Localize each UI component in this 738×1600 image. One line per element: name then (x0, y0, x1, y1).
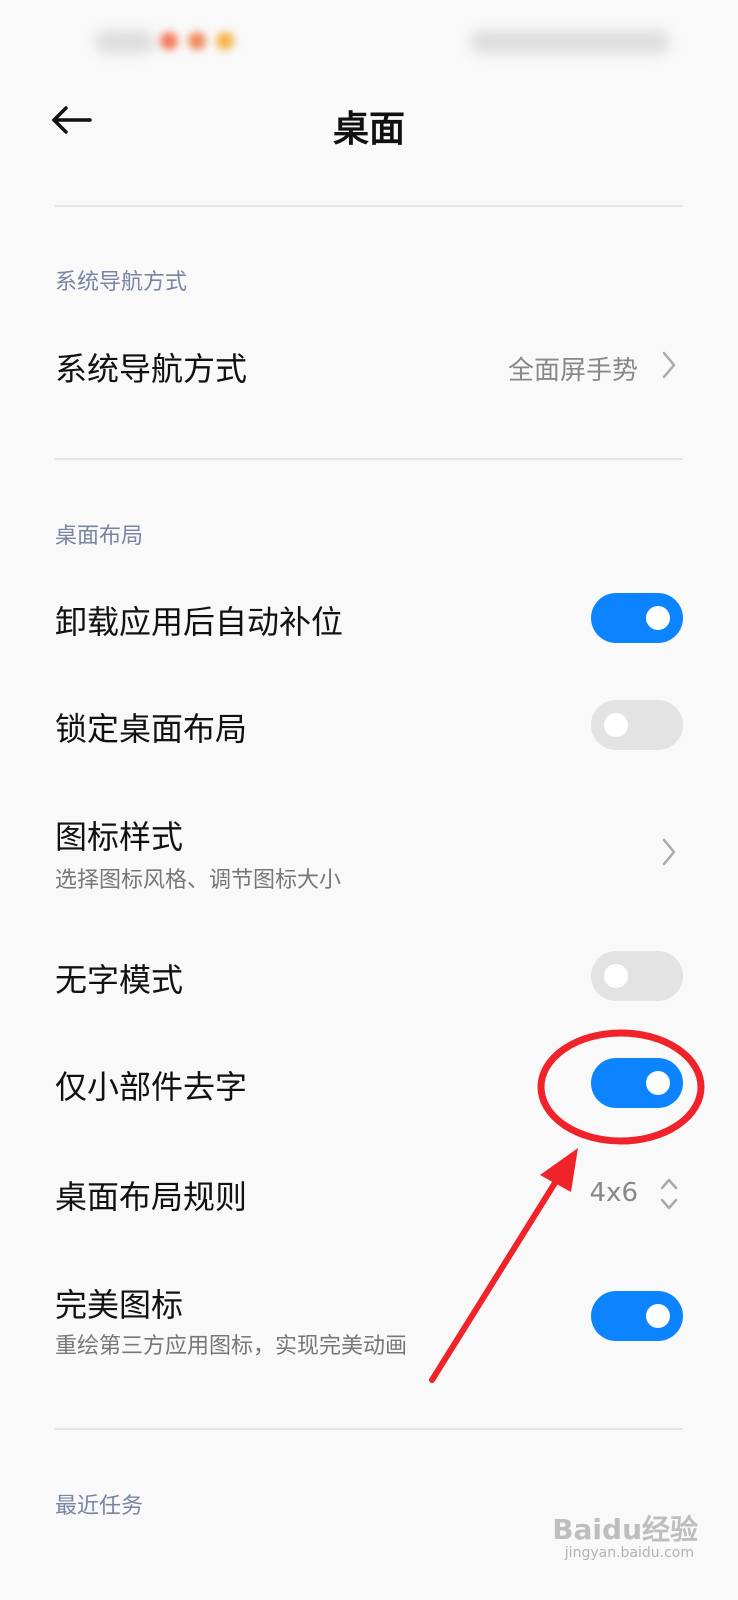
status-indicators-blur (470, 30, 670, 54)
section-label-nav: 系统导航方式 (55, 270, 188, 295)
divider (55, 458, 683, 460)
layout-rule-value: 4x6 (589, 1178, 638, 1208)
row-system-navigation[interactable]: 系统导航方式 全面屏手势 (0, 320, 738, 410)
chevron-up-down-icon (660, 1178, 678, 1210)
toggle-knob (604, 713, 628, 737)
auto-fill-toggle[interactable] (591, 593, 683, 643)
toggle-knob (604, 964, 628, 988)
row-icon-style[interactable]: 图标样式 选择图标风格、调节图标大小 (0, 800, 738, 900)
nav-mode-value: 全面屏手势 (507, 356, 638, 386)
no-text-mode-toggle[interactable] (591, 951, 683, 1001)
row-title: 卸载应用后自动补位 (55, 603, 344, 641)
watermark-url: jingyan.baidu.com (564, 1545, 694, 1561)
row-title: 仅小部件去字 (55, 1068, 248, 1106)
row-widget-no-text: 仅小部件去字 (0, 1040, 738, 1130)
notification-icons (160, 32, 250, 52)
section-label-layout: 桌面布局 (55, 524, 144, 549)
divider (55, 1428, 683, 1430)
toggle-knob (646, 606, 670, 630)
watermark-logo: Baidu经验 (552, 1513, 698, 1546)
status-bar (0, 0, 738, 90)
page-title: 桌面 (332, 109, 405, 150)
perfect-icons-toggle[interactable] (591, 1291, 683, 1341)
row-title: 无字模式 (55, 961, 184, 999)
row-subtitle: 重绘第三方应用图标，实现完美动画 (55, 1334, 408, 1359)
row-title: 完美图标 (55, 1286, 184, 1324)
row-no-text-mode: 无字模式 (0, 933, 738, 1023)
row-title: 系统导航方式 (55, 350, 248, 388)
row-title: 图标样式 (55, 818, 184, 856)
chevron-right-icon (662, 351, 676, 379)
row-layout-rule[interactable]: 桌面布局规则 4x6 (0, 1148, 738, 1238)
row-auto-fill: 卸载应用后自动补位 (0, 575, 738, 665)
header: 桌面 (0, 80, 738, 160)
divider (55, 205, 683, 207)
row-perfect-icons: 完美图标 重绘第三方应用图标，实现完美动画 (0, 1268, 738, 1368)
widget-no-text-toggle[interactable] (591, 1058, 683, 1108)
status-time-blur (95, 30, 155, 54)
row-title: 锁定桌面布局 (55, 710, 248, 748)
row-title: 桌面布局规则 (55, 1178, 248, 1216)
toggle-knob (646, 1071, 670, 1095)
lock-layout-toggle[interactable] (591, 700, 683, 750)
row-subtitle: 选择图标风格、调节图标大小 (55, 868, 342, 893)
toggle-knob (646, 1304, 670, 1328)
section-label-recent-tasks: 最近任务 (55, 1494, 144, 1519)
chevron-right-icon (662, 838, 676, 866)
row-lock-layout: 锁定桌面布局 (0, 682, 738, 772)
